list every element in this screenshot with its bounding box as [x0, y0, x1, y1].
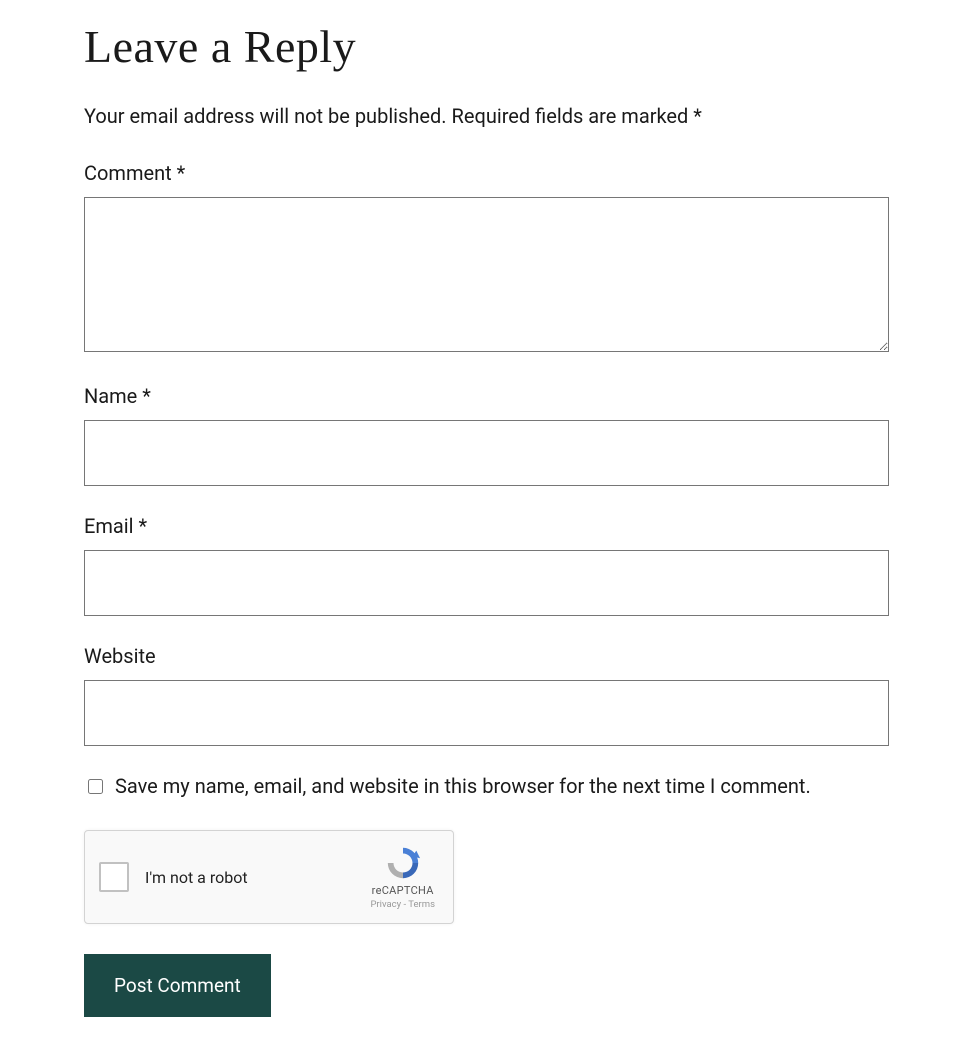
post-comment-button[interactable]: Post Comment: [84, 954, 271, 1017]
email-label: Email *: [84, 514, 889, 538]
form-notice: Your email address will not be published…: [84, 101, 889, 131]
recaptcha-brand-text: reCAPTCHA: [372, 884, 434, 897]
comment-label: Comment *: [84, 161, 889, 185]
name-label: Name *: [84, 384, 889, 408]
notice-email-privacy: Your email address will not be published…: [84, 104, 447, 128]
recaptcha-icon: [384, 844, 422, 882]
save-info-label: Save my name, email, and website in this…: [115, 774, 811, 798]
comment-textarea[interactable]: [84, 197, 889, 352]
email-field-group: Email *: [84, 514, 889, 616]
recaptcha-label: I'm not a robot: [145, 868, 370, 887]
website-field-group: Website: [84, 644, 889, 746]
notice-required-fields: Required fields are marked *: [452, 104, 702, 128]
comment-field-group: Comment *: [84, 161, 889, 356]
save-info-checkbox[interactable]: [88, 779, 103, 794]
website-label: Website: [84, 644, 889, 668]
recaptcha-branding: reCAPTCHA Privacy - Terms: [370, 844, 439, 910]
recaptcha-terms-link[interactable]: Terms: [408, 899, 435, 910]
recaptcha-widget: I'm not a robot reCAPTCHA Privacy - Term…: [84, 830, 454, 924]
save-info-row: Save my name, email, and website in this…: [84, 774, 889, 798]
form-heading: Leave a Reply: [84, 20, 889, 73]
recaptcha-checkbox[interactable]: [99, 862, 129, 892]
name-field-group: Name *: [84, 384, 889, 486]
recaptcha-legal: Privacy - Terms: [370, 899, 435, 910]
name-input[interactable]: [84, 420, 889, 486]
email-input[interactable]: [84, 550, 889, 616]
reply-form-container: Leave a Reply Your email address will no…: [0, 0, 973, 1057]
recaptcha-privacy-link[interactable]: Privacy: [370, 899, 401, 910]
website-input[interactable]: [84, 680, 889, 746]
